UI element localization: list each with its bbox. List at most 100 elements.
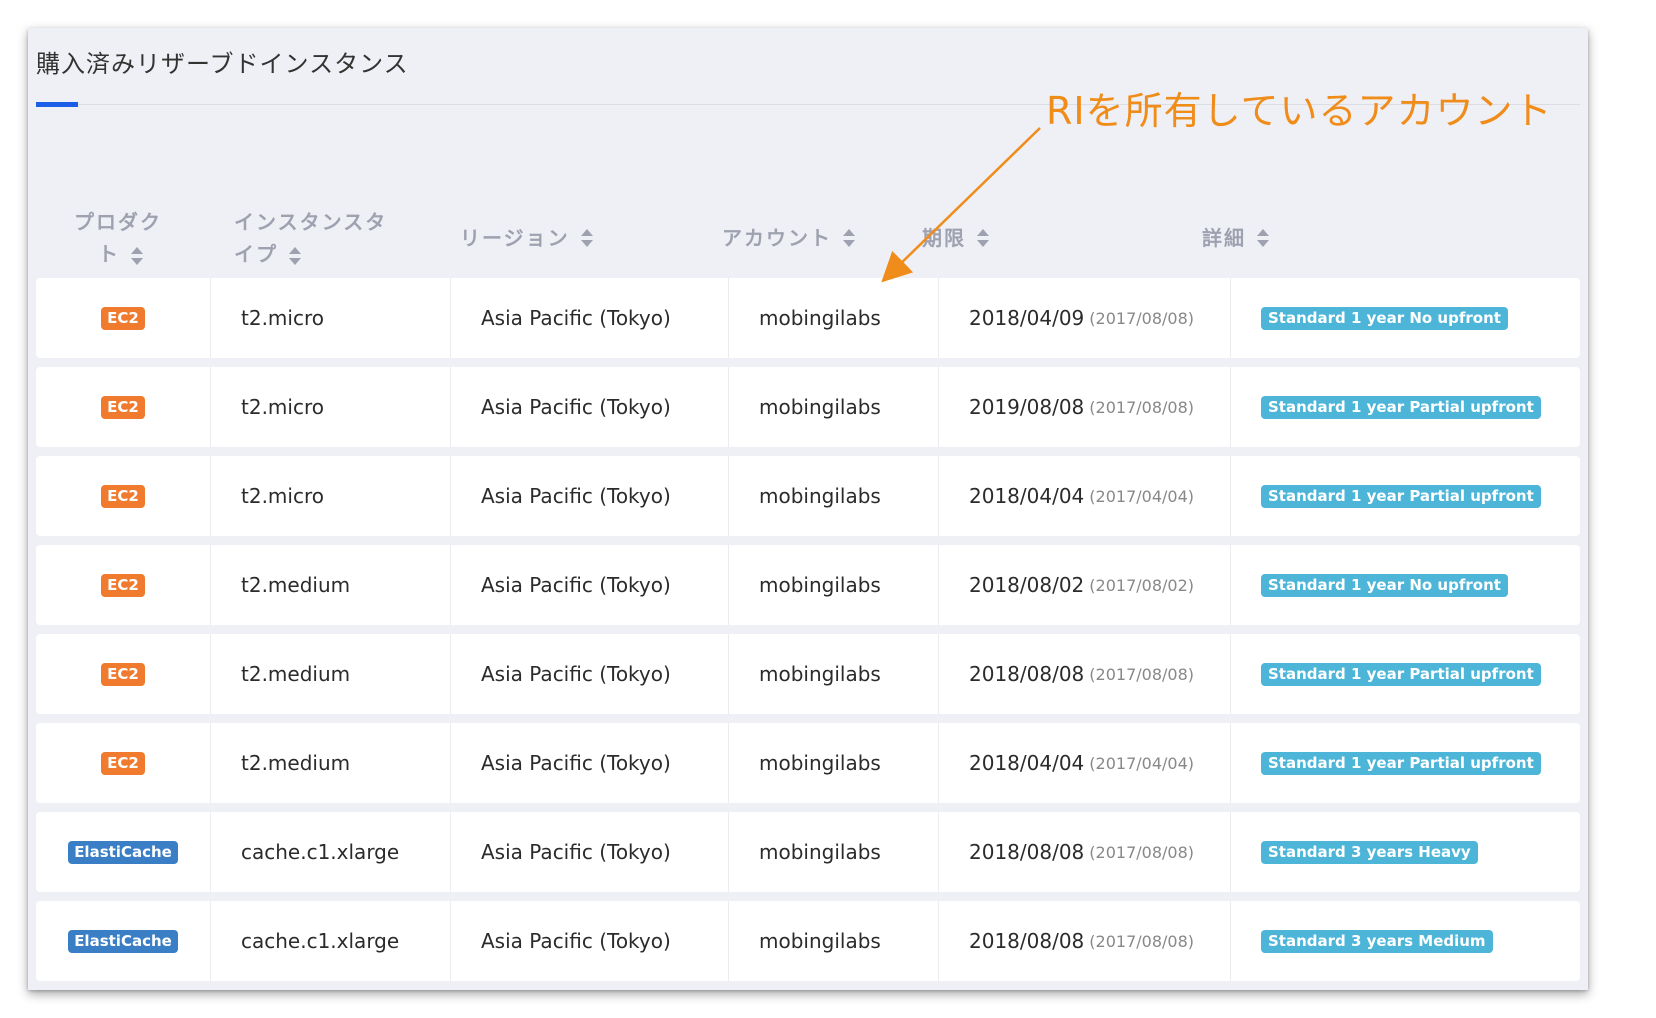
instance-type-cell: t2.micro <box>210 456 450 536</box>
expiry-cell: 2018/08/08 (2017/08/08) <box>938 812 1230 892</box>
table-row[interactable]: EC2 t2.medium Asia Pacific (Tokyo) mobingil… <box>36 723 1580 803</box>
table-row[interactable]: ElastiCache cache.c1.xlarge Asia Pacific (… <box>36 812 1580 892</box>
product-cell: EC2 <box>36 545 210 625</box>
detail-cell: Standard 1 year Partial upfront <box>1230 723 1580 803</box>
account-cell: mobingilabs <box>728 812 938 892</box>
column-header-label: 期限 <box>922 226 966 250</box>
account-cell: mobingilabs <box>728 367 938 447</box>
column-header-label: ト <box>98 242 120 266</box>
sort-icon[interactable] <box>976 228 990 248</box>
expiry-date: 2018/04/04 <box>969 751 1085 775</box>
region-cell: Asia Pacific (Tokyo) <box>450 901 728 981</box>
sort-icon[interactable] <box>130 246 144 266</box>
sort-icon[interactable] <box>1256 228 1270 248</box>
region-cell: Asia Pacific (Tokyo) <box>450 278 728 358</box>
expiry-cell: 2018/08/02 (2017/08/02) <box>938 545 1230 625</box>
expiry-cell: 2019/08/08 (2017/08/08) <box>938 367 1230 447</box>
instance-type-cell: t2.micro <box>210 278 450 358</box>
start-date: (2017/08/08) <box>1089 397 1194 417</box>
detail-badge: Standard 3 years Medium <box>1261 929 1493 953</box>
column-header-label: プロダク <box>74 210 162 234</box>
product-badge: EC2 <box>101 395 145 419</box>
table-row[interactable]: ElastiCache cache.c1.xlarge Asia Pacific (… <box>36 901 1580 981</box>
active-tab-indicator <box>36 102 78 107</box>
product-cell: ElastiCache <box>36 901 210 981</box>
annotation-label: RIを所有しているアカウント <box>1046 89 1553 133</box>
instance-type-cell: t2.medium <box>210 723 450 803</box>
table-row[interactable]: EC2 t2.micro Asia Pacific (Tokyo) mobingila… <box>36 278 1580 358</box>
instance-type-cell: cache.c1.xlarge <box>210 812 450 892</box>
detail-cell: Standard 1 year Partial upfront <box>1230 367 1580 447</box>
region-cell: Asia Pacific (Tokyo) <box>450 456 728 536</box>
product-badge: EC2 <box>101 662 145 686</box>
column-header-label: アカウント <box>722 226 832 250</box>
column-header-label: インスタンスタ <box>234 210 388 234</box>
column-header-label: 詳細 <box>1202 226 1246 250</box>
product-cell: EC2 <box>36 367 210 447</box>
account-cell: mobingilabs <box>728 278 938 358</box>
product-badge: EC2 <box>101 751 145 775</box>
table-row[interactable]: EC2 t2.medium Asia Pacific (Tokyo) mobingil… <box>36 545 1580 625</box>
detail-badge: Standard 1 year Partial upfront <box>1261 484 1541 508</box>
detail-badge: Standard 1 year Partial upfront <box>1261 662 1541 686</box>
sort-icon[interactable] <box>842 228 856 248</box>
detail-badge: Standard 1 year No upfront <box>1261 573 1508 597</box>
product-cell: EC2 <box>36 723 210 803</box>
expiry-cell: 2018/04/09 (2017/08/08) <box>938 278 1230 358</box>
product-badge: ElastiCache <box>68 840 178 864</box>
region-cell: Asia Pacific (Tokyo) <box>450 367 728 447</box>
region-cell: Asia Pacific (Tokyo) <box>450 545 728 625</box>
expiry-date: 2018/08/08 <box>969 929 1085 953</box>
instance-type-cell: t2.medium <box>210 545 450 625</box>
detail-cell: Standard 1 year Partial upfront <box>1230 634 1580 714</box>
expiry-cell: 2018/04/04 (2017/04/04) <box>938 723 1230 803</box>
table-row[interactable]: EC2 t2.micro Asia Pacific (Tokyo) mobingila… <box>36 367 1580 447</box>
detail-badge: Standard 1 year No upfront <box>1261 306 1508 330</box>
instance-type-cell: t2.micro <box>210 367 450 447</box>
column-header-label: リージョン <box>460 226 570 250</box>
account-cell: mobingilabs <box>728 901 938 981</box>
start-date: (2017/08/08) <box>1089 931 1194 951</box>
account-cell: mobingilabs <box>728 456 938 536</box>
expiry-date: 2018/04/04 <box>969 484 1085 508</box>
detail-badge: Standard 1 year Partial upfront <box>1261 751 1541 775</box>
expiry-cell: 2018/04/04 (2017/04/04) <box>938 456 1230 536</box>
start-date: (2017/04/04) <box>1089 753 1194 773</box>
detail-cell: Standard 3 years Heavy <box>1230 812 1580 892</box>
product-badge: EC2 <box>101 484 145 508</box>
product-badge: ElastiCache <box>68 929 178 953</box>
product-badge: EC2 <box>101 306 145 330</box>
detail-cell: Standard 1 year No upfront <box>1230 545 1580 625</box>
start-date: (2017/08/02) <box>1089 575 1194 595</box>
expiry-cell: 2018/08/08 (2017/08/08) <box>938 901 1230 981</box>
account-cell: mobingilabs <box>728 545 938 625</box>
region-cell: Asia Pacific (Tokyo) <box>450 723 728 803</box>
expiry-cell: 2018/08/08 (2017/08/08) <box>938 634 1230 714</box>
account-cell: mobingilabs <box>728 723 938 803</box>
start-date: (2017/04/04) <box>1089 486 1194 506</box>
detail-cell: Standard 1 year Partial upfront <box>1230 456 1580 536</box>
column-header-label: イプ <box>234 242 278 266</box>
product-cell: EC2 <box>36 634 210 714</box>
product-badge: EC2 <box>101 573 145 597</box>
reserved-instances-panel: 購入済みリザーブドインスタンス プロダク ト インスタンスタ イプ リージョン … <box>28 28 1588 990</box>
product-cell: EC2 <box>36 278 210 358</box>
table-row[interactable]: EC2 t2.medium Asia Pacific (Tokyo) mobingil… <box>36 634 1580 714</box>
expiry-date: 2018/08/08 <box>969 840 1085 864</box>
region-cell: Asia Pacific (Tokyo) <box>450 812 728 892</box>
sort-icon[interactable] <box>580 228 594 248</box>
product-cell: ElastiCache <box>36 812 210 892</box>
page-title: 購入済みリザーブドインスタンス <box>36 50 409 78</box>
account-cell: mobingilabs <box>728 634 938 714</box>
sort-icon[interactable] <box>288 246 302 266</box>
detail-badge: Standard 1 year Partial upfront <box>1261 395 1541 419</box>
start-date: (2017/08/08) <box>1089 308 1194 328</box>
instance-type-cell: t2.medium <box>210 634 450 714</box>
expiry-date: 2018/08/02 <box>969 573 1085 597</box>
detail-badge: Standard 3 years Heavy <box>1261 840 1478 864</box>
expiry-date: 2018/04/09 <box>969 306 1085 330</box>
product-cell: EC2 <box>36 456 210 536</box>
expiry-date: 2018/08/08 <box>969 662 1085 686</box>
table-row[interactable]: EC2 t2.micro Asia Pacific (Tokyo) mobingila… <box>36 456 1580 536</box>
expiry-date: 2019/08/08 <box>969 395 1085 419</box>
